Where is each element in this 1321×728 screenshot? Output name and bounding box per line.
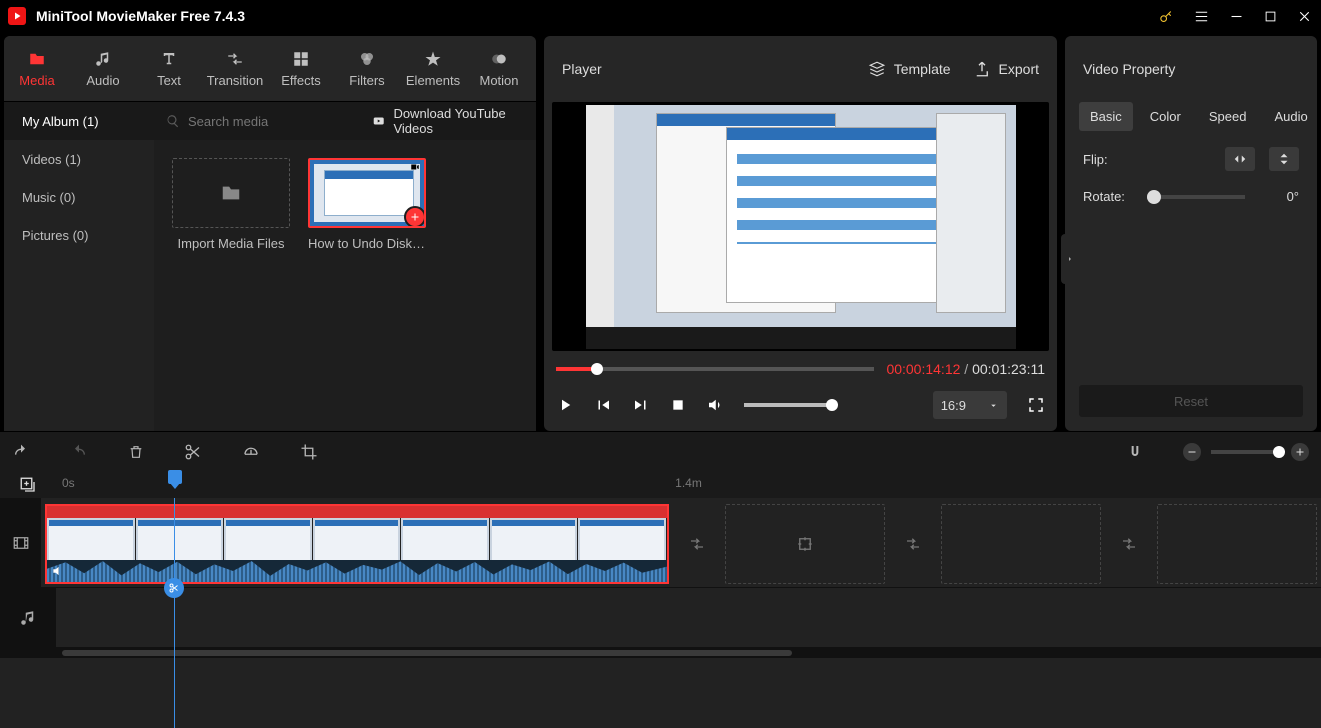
audio-track (0, 588, 1321, 648)
download-youtube-button[interactable]: Download YouTube Videos (372, 106, 524, 136)
props-tab-basic[interactable]: Basic (1079, 102, 1133, 131)
volume-slider[interactable] (744, 403, 834, 407)
timeline-toolbar (0, 432, 1321, 472)
video-track (0, 498, 1321, 588)
search-icon (166, 114, 180, 128)
zoom-in-button[interactable] (1291, 443, 1309, 461)
split-button[interactable] (184, 443, 202, 461)
tab-effects[interactable]: Effects (268, 36, 334, 101)
media-panel: Media Audio Text Transition Effects Filt… (4, 36, 536, 431)
media-clip-tile[interactable]: How to Undo Diskp... (308, 158, 426, 251)
search-input[interactable] (188, 114, 364, 129)
add-clip-button[interactable] (404, 206, 426, 228)
transition-slot[interactable] (1107, 504, 1151, 584)
playhead-line[interactable] (174, 498, 175, 728)
titlebar: MiniTool MovieMaker Free 7.4.3 (0, 0, 1321, 32)
youtube-icon (372, 115, 385, 127)
props-tab-speed[interactable]: Speed (1198, 102, 1258, 131)
export-button[interactable]: Export (973, 60, 1039, 78)
tab-motion[interactable]: Motion (466, 36, 532, 101)
album-videos[interactable]: Videos (1) (4, 140, 154, 178)
next-frame-button[interactable] (632, 396, 650, 414)
clip-volume-icon[interactable] (51, 564, 65, 578)
rotate-label: Rotate: (1083, 189, 1133, 204)
tab-text[interactable]: Text (136, 36, 202, 101)
speed-button[interactable] (242, 443, 260, 461)
zoom-slider[interactable] (1211, 450, 1281, 454)
album-sidebar: My Album (1) Videos (1) Music (0) Pictur… (4, 102, 154, 431)
flip-horizontal-button[interactable] (1225, 147, 1255, 171)
timecode: 00:00:14:12 / 00:01:23:11 (886, 361, 1045, 377)
rotate-slider[interactable] (1147, 195, 1245, 199)
app-title: MiniTool MovieMaker Free 7.4.3 (36, 8, 1158, 24)
import-media-tile[interactable]: Import Media Files (172, 158, 290, 251)
play-button[interactable] (556, 396, 574, 414)
timeline-scrollbar[interactable] (0, 648, 1321, 658)
template-icon (868, 60, 886, 78)
prev-frame-button[interactable] (594, 396, 612, 414)
maximize-icon[interactable] (1263, 9, 1278, 24)
transition-slot[interactable] (675, 504, 719, 584)
tab-transition[interactable]: Transition (202, 36, 268, 101)
flip-vertical-button[interactable] (1269, 147, 1299, 171)
props-tab-color[interactable]: Color (1139, 102, 1192, 131)
props-tab-audio[interactable]: Audio (1263, 102, 1318, 131)
folder-icon (218, 182, 244, 204)
playhead[interactable] (168, 470, 182, 484)
timeline: 0s 1.4m (0, 431, 1321, 728)
audio-track-icon (19, 609, 37, 627)
tab-audio[interactable]: Audio (70, 36, 136, 101)
media-tabs: Media Audio Text Transition Effects Filt… (4, 36, 536, 102)
album-pictures[interactable]: Pictures (0) (4, 216, 154, 254)
crop-button[interactable] (300, 443, 318, 461)
empty-slot[interactable] (941, 504, 1101, 584)
redo-button[interactable] (70, 444, 88, 460)
zoom-out-button[interactable] (1183, 443, 1201, 461)
rotate-value: 0° (1259, 189, 1299, 204)
scrub-bar[interactable] (556, 367, 874, 371)
undo-button[interactable] (12, 444, 30, 460)
timeline-clip[interactable] (45, 504, 669, 584)
empty-slot[interactable] (1157, 504, 1317, 584)
app-logo (8, 7, 26, 25)
split-handle-icon[interactable] (164, 578, 184, 598)
reset-button[interactable]: Reset (1079, 385, 1303, 417)
video-preview[interactable] (552, 102, 1049, 351)
export-icon (973, 60, 991, 78)
menu-icon[interactable] (1193, 8, 1210, 25)
album-my-album[interactable]: My Album (1) (4, 102, 154, 140)
fullscreen-button[interactable] (1027, 396, 1045, 414)
tab-media[interactable]: Media (4, 36, 70, 101)
media-search-bar: Download YouTube Videos (154, 102, 536, 140)
player-panel: Player Template Export 00:00:14:12 / 00:… (544, 36, 1057, 431)
aspect-ratio-select[interactable]: 16:9 (933, 391, 1007, 419)
album-music[interactable]: Music (0) (4, 178, 154, 216)
chevron-down-icon (988, 400, 999, 411)
add-track-button[interactable] (19, 476, 37, 494)
tab-filters[interactable]: Filters (334, 36, 400, 101)
minimize-icon[interactable] (1228, 8, 1245, 25)
close-icon[interactable] (1296, 8, 1313, 25)
template-button[interactable]: Template (868, 60, 951, 78)
stop-button[interactable] (670, 397, 686, 413)
delete-button[interactable] (128, 443, 144, 461)
tab-elements[interactable]: Elements (400, 36, 466, 101)
props-title: Video Property (1083, 61, 1175, 77)
properties-panel: Video Property Basic Color Speed Audio F… (1065, 36, 1317, 431)
timeline-ruler[interactable]: 0s 1.4m (0, 472, 1321, 498)
volume-button[interactable] (706, 396, 724, 414)
transition-slot[interactable] (891, 504, 935, 584)
key-icon[interactable] (1158, 8, 1175, 25)
snap-button[interactable] (1127, 443, 1143, 461)
flip-label: Flip: (1083, 152, 1133, 167)
video-icon (408, 162, 422, 172)
player-title: Player (562, 61, 602, 77)
empty-slot[interactable] (725, 504, 885, 584)
video-track-icon (11, 534, 31, 552)
expand-props-button[interactable] (1061, 234, 1079, 284)
